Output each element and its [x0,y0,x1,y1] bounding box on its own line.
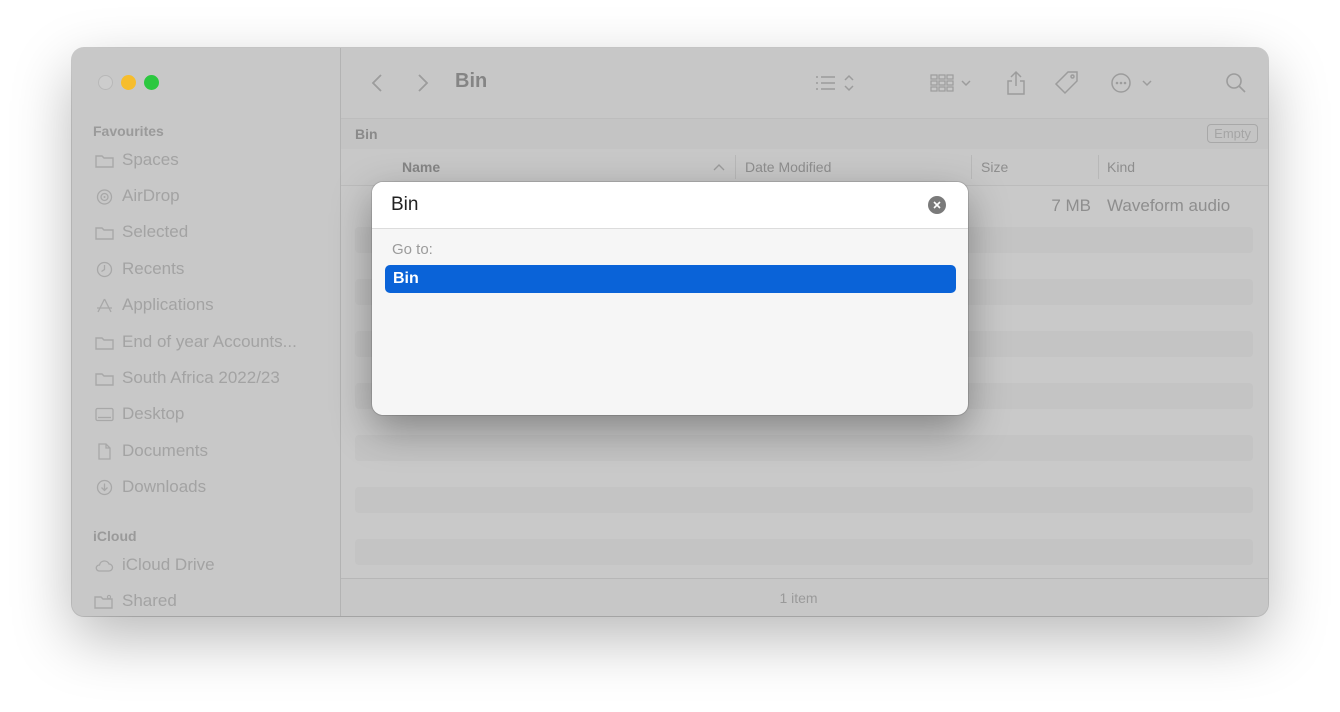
view-options-button[interactable] [811,68,861,98]
sidebar-item-end-of-year-accounts[interactable]: End of year Accounts... [94,330,324,354]
sidebar-item-recents[interactable]: Recents [94,257,324,281]
sidebar-item-south-africa[interactable]: South Africa 2022/23 [94,366,324,390]
sidebar-item-label: End of year Accounts... [122,332,297,351]
sidebar: Favourites Spaces AirDrop Selected Recen… [72,48,341,616]
go-to-path-input[interactable] [391,192,911,218]
sidebar-item-desktop[interactable]: Desktop [94,402,324,426]
column-header-date-modified[interactable]: Date Modified [745,159,831,175]
go-to-folder-dialog: Go to: Bin [372,182,968,415]
sidebar-item-label: South Africa 2022/23 [122,368,280,387]
status-bar: 1 item [341,578,1268,616]
list-row-stripe [355,539,1253,565]
go-to-result-label: Bin [393,270,419,287]
tag-button[interactable] [1051,68,1083,98]
chevron-right-icon [418,74,429,92]
sidebar-item-label: Documents [122,441,208,460]
sidebar-item-shared[interactable]: Shared [94,589,324,613]
sidebar-item-label: Selected [122,222,189,241]
traffic-lights [98,75,159,90]
share-button[interactable] [1001,68,1031,98]
path-bar-location: Bin [355,126,378,142]
clear-input-button[interactable] [928,196,946,214]
toolbar: Bin [341,48,1268,118]
sidebar-item-applications[interactable]: Applications [94,293,324,317]
column-headers: Name Date Modified Size Kind [341,149,1268,186]
folder-icon [94,152,114,168]
grid-group-icon [930,74,971,92]
path-bar: Bin Empty [341,118,1268,150]
column-header-size[interactable]: Size [981,159,1008,175]
minimize-window-button[interactable] [121,75,136,90]
applications-icon [94,297,114,313]
column-divider[interactable] [1098,155,1099,179]
zoom-window-button[interactable] [144,75,159,90]
list-view-icon [816,74,854,92]
chevron-left-icon [371,74,382,92]
folder-icon [94,370,114,386]
group-button[interactable] [927,68,977,98]
item-count: 1 item [779,590,818,606]
more-actions-button[interactable] [1107,68,1157,98]
ellipsis-circle-icon [1111,73,1152,93]
download-icon [94,479,114,495]
column-header-name[interactable]: Name [402,159,440,175]
list-row-stripe [355,435,1253,461]
close-icon [933,201,941,209]
sidebar-item-airdrop[interactable]: AirDrop [94,184,324,208]
clock-icon [94,261,114,277]
column-header-kind[interactable]: Kind [1107,159,1135,175]
desktop-icon [94,406,114,422]
back-button[interactable] [367,68,387,98]
column-divider[interactable] [971,155,972,179]
airdrop-icon [94,188,114,205]
sidebar-item-label: Spaces [122,150,179,169]
sidebar-item-label: Recents [122,259,185,278]
file-kind: Waveform audio [1107,196,1231,215]
search-button[interactable] [1221,68,1251,98]
list-row-stripe [355,487,1253,513]
close-window-button[interactable] [98,75,113,90]
share-icon [1007,70,1025,95]
sidebar-item-icloud-drive[interactable]: iCloud Drive [94,553,324,577]
go-to-result-item[interactable]: Bin [385,265,956,293]
cloud-icon [94,557,114,573]
folder-icon [94,224,114,240]
sidebar-item-documents[interactable]: Documents [94,439,324,463]
sidebar-item-label: AirDrop [122,186,180,205]
sidebar-item-label: Shared [122,591,177,610]
sidebar-item-label: Applications [122,295,214,314]
sort-ascending-icon [713,164,725,171]
sidebar-item-label: Desktop [122,404,185,423]
column-divider[interactable] [735,155,736,179]
shared-folder-icon [94,593,114,609]
sidebar-item-selected[interactable]: Selected [94,220,324,244]
document-icon [94,442,114,460]
forward-button[interactable] [413,68,433,98]
folder-icon [94,334,114,350]
sidebar-item-spaces[interactable]: Spaces [94,148,324,172]
sidebar-section-icloud: iCloud [93,528,137,544]
search-icon [1226,73,1246,93]
go-to-input-row [372,182,968,229]
sidebar-section-favourites: Favourites [93,123,164,139]
empty-bin-button[interactable]: Empty [1207,124,1258,143]
sidebar-item-downloads[interactable]: Downloads [94,475,324,499]
sidebar-item-label: Downloads [122,477,207,496]
go-to-section-label: Go to: [392,241,433,258]
file-size: 7 MB [1051,196,1091,215]
tag-icon [1054,71,1078,95]
window-title: Bin [455,70,488,92]
sidebar-item-label: iCloud Drive [122,555,215,574]
